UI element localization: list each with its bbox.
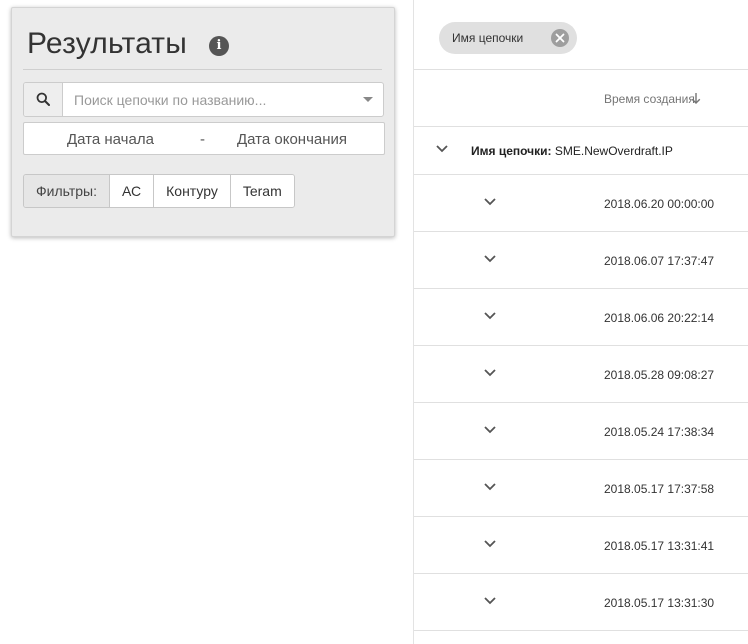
chevron-down-icon[interactable]	[436, 144, 448, 154]
chevron-down-icon[interactable]	[484, 425, 496, 435]
group-by-chip[interactable]: Имя цепочки	[439, 22, 577, 54]
filter-button-kontur[interactable]: Контуру	[153, 175, 230, 207]
chevron-down-icon[interactable]	[484, 596, 496, 606]
chip-label: Имя цепочки	[452, 31, 524, 45]
group-key: Имя цепочки:	[471, 144, 552, 158]
table-row[interactable]: 2018.05.17 17:37:58	[414, 460, 748, 517]
divider	[414, 69, 748, 70]
divider	[414, 126, 748, 127]
table-row[interactable]: 2018.06.20 00:00:00	[414, 175, 748, 232]
search-input[interactable]	[64, 83, 349, 116]
filters-label: Фильтры:	[24, 175, 109, 207]
search-addon[interactable]	[24, 83, 63, 116]
chevron-down-icon[interactable]	[484, 539, 496, 549]
info-icon[interactable]: i	[209, 36, 229, 56]
row-created-time: 2018.06.07 17:37:47	[604, 254, 715, 268]
filter-button-as[interactable]: АС	[108, 175, 154, 207]
chevron-down-icon[interactable]	[484, 254, 496, 264]
table-row[interactable]: 2018.05.17 13:31:41	[414, 517, 748, 574]
row-created-time: 2018.06.06 20:22:14	[604, 311, 715, 325]
table-row[interactable]: 2018.05.28 09:08:27	[414, 346, 748, 403]
search-box	[23, 82, 384, 117]
group-value: SME.NewOverdraft.IP	[554, 144, 673, 158]
close-icon[interactable]	[551, 29, 569, 47]
row-created-time: 2018.05.17 17:37:58	[604, 482, 715, 496]
page-title: Результаты	[27, 27, 187, 60]
row-created-time: 2018.05.17 13:31:41	[604, 539, 715, 553]
group-row-label: Имя цепочки: SME.NewOverdraft.IP	[471, 144, 673, 158]
arrow-down-icon[interactable]	[691, 92, 701, 104]
filter-button-team[interactable]: Teram	[229, 175, 294, 207]
column-header-created[interactable]: Время создания	[604, 92, 695, 106]
chevron-down-icon[interactable]	[484, 311, 496, 321]
table-row[interactable]: 2018.06.06 20:22:14	[414, 289, 748, 346]
chevron-down-icon[interactable]	[363, 97, 373, 102]
row-created-time: 2018.06.20 00:00:00	[604, 197, 715, 211]
row-created-time: 2018.05.28 09:08:27	[604, 368, 715, 382]
row-created-time: 2018.05.24 17:38:34	[604, 425, 715, 439]
date-start-field[interactable]: Дата начала	[67, 131, 154, 148]
table-row[interactable]: 2018.05.17 13:31:30	[414, 574, 748, 631]
row-created-time: 2018.05.17 13:31:30	[604, 596, 715, 610]
table-row[interactable]: 2018.06.07 17:37:47	[414, 232, 748, 289]
date-separator: -	[200, 131, 205, 148]
results-panel: Результаты i Дата начала - Дата окончани…	[11, 7, 395, 237]
search-icon	[36, 92, 50, 106]
date-end-field[interactable]: Дата окончания	[237, 131, 347, 148]
date-range: Дата начала - Дата окончания	[23, 122, 385, 155]
filters-group: Фильтры: АС Контуру Teram	[23, 174, 295, 208]
chevron-down-icon[interactable]	[484, 482, 496, 492]
table-row[interactable]: 2018.05.24 17:38:34	[414, 403, 748, 460]
chevron-down-icon[interactable]	[484, 197, 496, 207]
divider	[23, 69, 382, 70]
chevron-down-icon[interactable]	[484, 368, 496, 378]
results-grid: Имя цепочки Время создания Имя цепочки: …	[413, 0, 748, 644]
